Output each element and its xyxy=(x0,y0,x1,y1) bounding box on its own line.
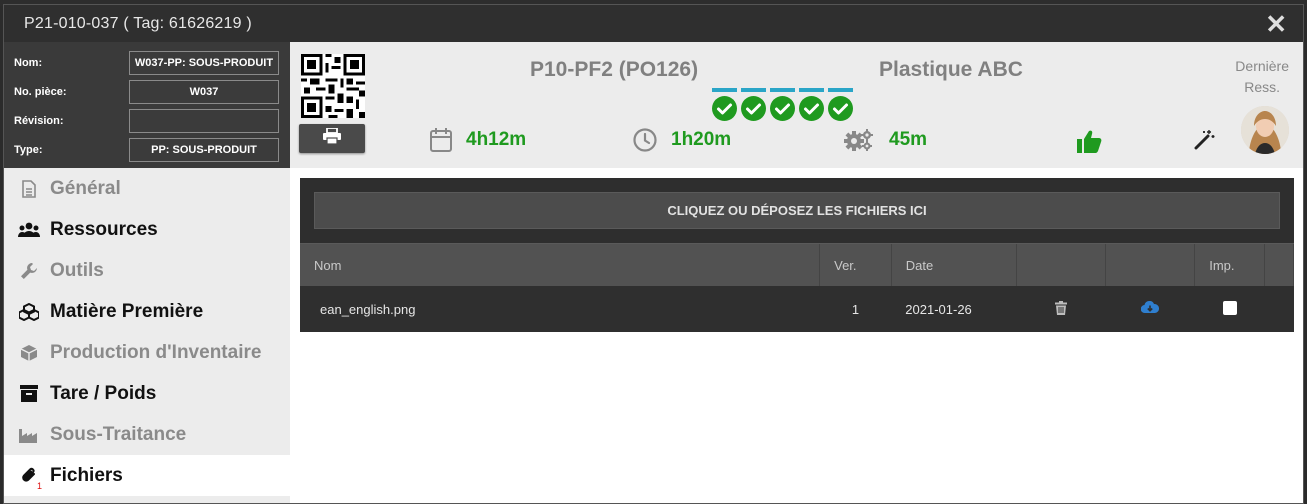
trash-icon xyxy=(1054,300,1067,315)
download-button[interactable] xyxy=(1105,286,1194,332)
thumbs-up-icon[interactable] xyxy=(1077,128,1103,154)
check-circle-icon xyxy=(799,96,824,121)
prop-row-type: Type: PP: SOUS-PRODUIT xyxy=(14,135,280,164)
prop-label: Type: xyxy=(14,143,43,156)
close-icon[interactable]: ✕ xyxy=(1265,11,1287,37)
column-header-name[interactable]: Nom xyxy=(300,244,821,286)
planned-time-value: 4h12m xyxy=(466,129,527,150)
part-detail-modal: P21-010-037 ( Tag: 61626219 ) ✕ Nom: W03… xyxy=(3,4,1304,504)
summary-bar: P10-PF2 (PO126) Plastique ABC Dernière R… xyxy=(290,42,1303,168)
column-header-print[interactable]: Imp. xyxy=(1194,244,1265,286)
main-panel: P10-PF2 (PO126) Plastique ABC Dernière R… xyxy=(290,42,1303,503)
nav-item-general[interactable]: Général xyxy=(4,168,290,209)
qr-code xyxy=(301,54,365,118)
check-circle-icon xyxy=(770,96,795,121)
properties-panel: Nom: W037-PP: SOUS-PRODUIT No. pièce: W0… xyxy=(4,42,290,168)
nav-label: Fichiers xyxy=(50,464,123,486)
table-header-row: Nom Ver. Date Imp. xyxy=(300,244,1295,286)
planned-time-metric: 4h12m xyxy=(430,128,526,152)
avatar xyxy=(1241,106,1289,154)
file-version: 1 xyxy=(851,301,860,317)
nav-item-resources[interactable]: Ressources xyxy=(4,209,290,250)
step-check xyxy=(828,88,853,121)
nav-label: Matière Première xyxy=(50,300,204,322)
elapsed-time-value: 1h20m xyxy=(671,129,732,150)
nav-label: Outils xyxy=(50,259,104,281)
step-check xyxy=(712,88,737,121)
prop-row-name: Nom: W037-PP: SOUS-PRODUIT xyxy=(14,48,280,77)
magic-wand-icon[interactable] xyxy=(1194,128,1216,150)
printer-icon xyxy=(323,127,341,149)
column-header-delete xyxy=(1016,244,1106,286)
cubes-icon xyxy=(18,302,40,321)
operation-steps xyxy=(712,88,853,121)
prop-row-part-number: No. pièce: W037 xyxy=(14,77,280,106)
nav-label: Sous-Traitance xyxy=(50,423,187,445)
modal-header: P21-010-037 ( Tag: 61626219 ) ✕ xyxy=(4,5,1303,42)
box-icon xyxy=(18,344,40,362)
table-row: ean_english.png 1 2021-01-26 xyxy=(300,286,1294,332)
print-button[interactable] xyxy=(299,124,365,153)
file-date: 2021-01-26 xyxy=(905,301,972,317)
prop-row-revision: Révision: xyxy=(14,106,280,135)
nav-label: Tare / Poids xyxy=(50,382,157,404)
file-name[interactable]: ean_english.png xyxy=(300,286,820,332)
modal-title: P21-010-037 ( Tag: 61626219 ) xyxy=(24,14,252,32)
type-field[interactable]: PP: SOUS-PRODUIT xyxy=(129,137,279,162)
nav-label: Général xyxy=(50,177,121,199)
check-circle-icon xyxy=(712,96,737,121)
nav-label: Production d'Inventaire xyxy=(50,341,262,363)
files-table: Nom Ver. Date Imp. ean_english.png 1 202… xyxy=(300,244,1295,332)
setup-time-value: 45m xyxy=(889,129,928,150)
last-resource-line-2: Ress. xyxy=(1244,79,1281,95)
nav-label: Ressources xyxy=(50,218,158,240)
column-header-version[interactable]: Ver. xyxy=(819,244,892,286)
check-circle-icon xyxy=(741,96,766,121)
cloud-download-icon xyxy=(1140,300,1160,314)
delete-button[interactable] xyxy=(1016,286,1105,332)
wrench-icon xyxy=(18,262,40,280)
name-field[interactable]: W037-PP: SOUS-PRODUIT xyxy=(129,50,279,75)
print-checkbox[interactable] xyxy=(1195,286,1265,332)
files-count-badge: 1 xyxy=(36,480,42,491)
part-number-field[interactable]: W037 xyxy=(129,79,279,104)
users-icon xyxy=(18,222,40,238)
nav-item-files[interactable]: 1 Fichiers xyxy=(4,455,290,496)
upload-dropzone-button[interactable]: CLIQUEZ OU DÉPOSEZ LES FICHIERS ICI xyxy=(314,192,1280,229)
paperclip-icon: 1 xyxy=(18,467,42,491)
column-header-spacer xyxy=(1264,244,1295,286)
prop-label: Nom: xyxy=(14,56,43,69)
nav-item-tools[interactable]: Outils xyxy=(4,250,290,291)
last-resource-label: Dernière Ress. xyxy=(1235,56,1289,98)
gears-icon xyxy=(844,129,873,151)
check-circle-icon xyxy=(828,96,853,121)
clock-icon xyxy=(633,128,657,152)
calendar-icon xyxy=(430,128,452,152)
dropzone: CLIQUEZ OU DÉPOSEZ LES FICHIERS ICI xyxy=(300,178,1294,243)
prop-label: No. pièce: xyxy=(14,85,67,98)
column-header-date[interactable]: Date xyxy=(891,244,1017,286)
nav-item-subcontracting[interactable]: Sous-Traitance xyxy=(4,414,290,455)
column-header-download xyxy=(1105,244,1196,286)
step-check xyxy=(799,88,824,121)
order-code: P10-PF2 (PO126) xyxy=(530,58,699,81)
prop-label: Révision: xyxy=(14,114,64,127)
nav-item-inventory-production[interactable]: Production d'Inventaire xyxy=(4,332,290,373)
revision-field[interactable] xyxy=(129,108,279,133)
left-panel: Nom: W037-PP: SOUS-PRODUIT No. pièce: W0… xyxy=(4,42,290,503)
last-resource-line-1: Dernière xyxy=(1235,58,1289,74)
industry-icon xyxy=(18,427,40,443)
step-check xyxy=(770,88,795,121)
archive-icon xyxy=(18,385,40,402)
client-name: Plastique ABC xyxy=(879,58,1023,81)
nav-item-raw-material[interactable]: Matière Première xyxy=(4,291,290,332)
document-icon xyxy=(18,179,40,198)
nav-item-tare-weight[interactable]: Tare / Poids xyxy=(4,373,290,414)
files-panel: CLIQUEZ OU DÉPOSEZ LES FICHIERS ICI Nom … xyxy=(300,178,1295,332)
elapsed-time-metric: 1h20m xyxy=(633,128,731,152)
setup-time-metric: 45m xyxy=(843,128,927,152)
step-check xyxy=(741,88,766,121)
